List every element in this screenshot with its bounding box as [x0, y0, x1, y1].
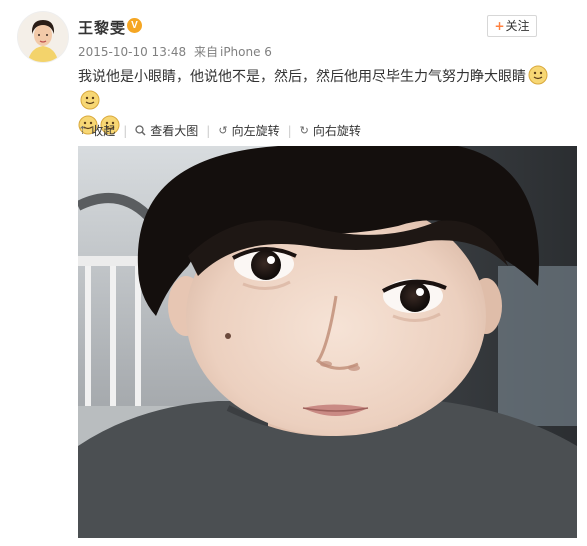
username[interactable]: 王黎雯 [78, 17, 126, 38]
collapse-label: 收起 [91, 124, 116, 138]
post-photo[interactable] [78, 146, 577, 538]
rotate-left-icon: ↺ [218, 124, 228, 137]
action-divider: | [206, 123, 211, 138]
post-text-content: 我说他是小眼睛，他说他不是，然后，然后他用尽毕生力气努力睁大眼睛 [78, 69, 526, 85]
rotate-right-label: 向右旋转 [312, 124, 361, 138]
smile-emoji-icon [80, 90, 100, 110]
post-timestamp[interactable]: 2015-10-10 13:48 [78, 45, 186, 59]
rotate-left-button[interactable]: ↺ 向左旋转 [218, 122, 279, 139]
post-source[interactable]: iPhone 6 [220, 45, 272, 59]
follow-button-label: 关注 [505, 19, 530, 33]
rotate-right-button[interactable]: ↻ 向右旋转 [300, 122, 361, 139]
verified-badge-icon: V [127, 18, 142, 33]
rotate-left-label: 向左旋转 [231, 124, 280, 138]
child-portrait-image [78, 146, 577, 538]
post-meta: 2015-10-10 13:48 来自 iPhone 6 [78, 43, 272, 60]
avatar[interactable] [18, 12, 68, 62]
collapse-arrow-icon: ⇡ [78, 124, 88, 137]
collapse-button[interactable]: ⇡ 收起 [78, 122, 115, 139]
avatar-image [18, 12, 68, 62]
magnifier-icon [135, 125, 146, 136]
source-prefix: 来自 [193, 45, 218, 59]
rotate-right-icon: ↻ [299, 124, 309, 137]
action-divider: | [123, 123, 128, 138]
follow-button[interactable]: +关注 [487, 15, 537, 37]
action-divider: | [287, 123, 292, 138]
plus-icon: + [494, 19, 505, 33]
smile-emoji-icon [528, 65, 548, 85]
view-large-label: 查看大图 [150, 124, 199, 138]
view-large-button[interactable]: 查看大图 [135, 122, 198, 139]
image-action-bar: ⇡ 收起 | 查看大图 | ↺ 向左旋转 | ↻ 向右旋转 [78, 122, 361, 139]
